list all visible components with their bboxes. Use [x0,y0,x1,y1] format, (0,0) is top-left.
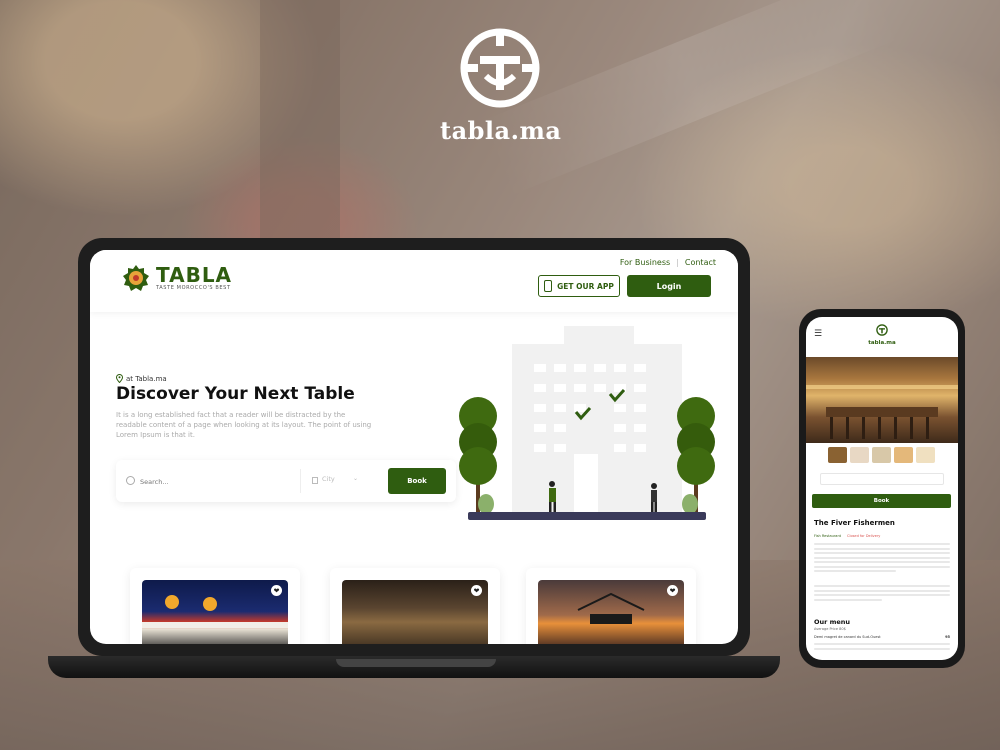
phone-logo-name: tabla.ma [868,340,896,346]
thumbnail[interactable] [916,447,935,463]
login-button[interactable]: Login [627,275,711,297]
restaurant-description [814,543,950,575]
restaurant-hero-image [806,357,958,443]
thumbnail-strip [828,447,935,463]
restaurant-card[interactable]: ❤ [330,568,500,644]
phone-header: ☰ tabla.ma [806,317,958,347]
restaurant-card-image: ❤ [342,580,488,644]
hero-location: at Tabla.ma [116,374,167,383]
logo-title: TABLA [156,263,233,287]
search-card: City ⌄ Book [116,460,456,502]
search-icon [126,476,135,485]
menu-item-price: 95 [945,635,950,639]
hero-location-text: at Tabla.ma [126,374,167,383]
hero-title: Discover Your Next Table [116,384,355,404]
menu-icon[interactable]: ☰ [814,329,822,339]
restaurant-name: The Fiver Fishermen [814,519,895,527]
phone-mockup: ☰ tabla.ma Book The Fiver Fishermen Fish… [799,309,965,668]
laptop-screen: TABLA TASTE MOROCCO'S BEST For Business … [90,250,738,644]
hero-illustration [459,326,715,520]
thumbnail[interactable] [850,447,869,463]
brand-header: tabla.ma [440,28,562,145]
link-for-business[interactable]: For Business [620,258,670,267]
phone-book-button[interactable]: Book [812,494,951,508]
get-app-label: GET OUR APP [557,281,614,291]
heart-icon[interactable]: ❤ [471,585,482,596]
menu-item: Demi magret de canard du Sud-Ouest 95 [814,635,950,639]
date-picker[interactable] [820,473,944,485]
link-contact[interactable]: Contact [685,258,716,267]
tabla-logo-icon [460,28,540,108]
brand-name: tabla.ma [440,116,562,145]
restaurant-description-2 [814,585,950,603]
book-button[interactable]: Book [388,468,446,494]
city-select[interactable]: City [322,475,335,483]
link-separator: | [676,258,679,267]
laptop-mockup: TABLA TASTE MOROCCO'S BEST For Business … [78,238,750,656]
location-pin-icon [116,374,123,383]
top-links: For Business | Contact [620,258,716,267]
site-header: TABLA TASTE MOROCCO'S BEST For Business … [90,250,738,312]
menu-item-name: Demi magret de canard du Sud-Ouest [814,635,881,639]
restaurant-cards: ❤ ❤ ❤ [130,568,710,644]
menu-title: Our menu [814,618,851,626]
city-icon [312,477,318,484]
phone-screen: ☰ tabla.ma Book The Fiver Fishermen Fish… [806,317,958,660]
heart-icon[interactable]: ❤ [271,585,282,596]
search-input[interactable] [138,473,292,491]
average-price: Average Price 80$ [814,627,846,631]
heart-icon[interactable]: ❤ [667,585,678,596]
search-divider [300,469,301,493]
phone-logo[interactable]: tabla.ma [868,321,896,346]
thumbnail[interactable] [894,447,913,463]
laptop-notch [336,659,496,667]
site-logo[interactable]: TABLA TASTE MOROCCO'S BEST [122,264,232,292]
tag-delivery: Closed for Delivery [847,534,881,538]
menu-items-placeholder [814,643,950,652]
chevron-down-icon[interactable]: ⌄ [353,475,358,482]
thumbnail[interactable] [872,447,891,463]
restaurant-card-image: ❤ [538,580,684,644]
thumbnail[interactable] [828,447,847,463]
tag-category: Fish Restaurant [814,534,842,538]
hero-description: It is a long established fact that a rea… [116,411,372,439]
restaurant-tags: Fish Restaurant Closed for Delivery [814,534,880,538]
restaurant-card[interactable]: ❤ [526,568,696,644]
restaurant-card-image: ❤ [142,580,288,644]
tabla-logo-icon [876,324,888,336]
get-app-button[interactable]: GET OUR APP [538,275,620,297]
restaurant-card[interactable]: ❤ [130,568,300,644]
logo-tagline: TASTE MOROCCO'S BEST [156,285,231,291]
tabla-emblem-icon [123,265,149,291]
phone-icon [544,280,553,292]
